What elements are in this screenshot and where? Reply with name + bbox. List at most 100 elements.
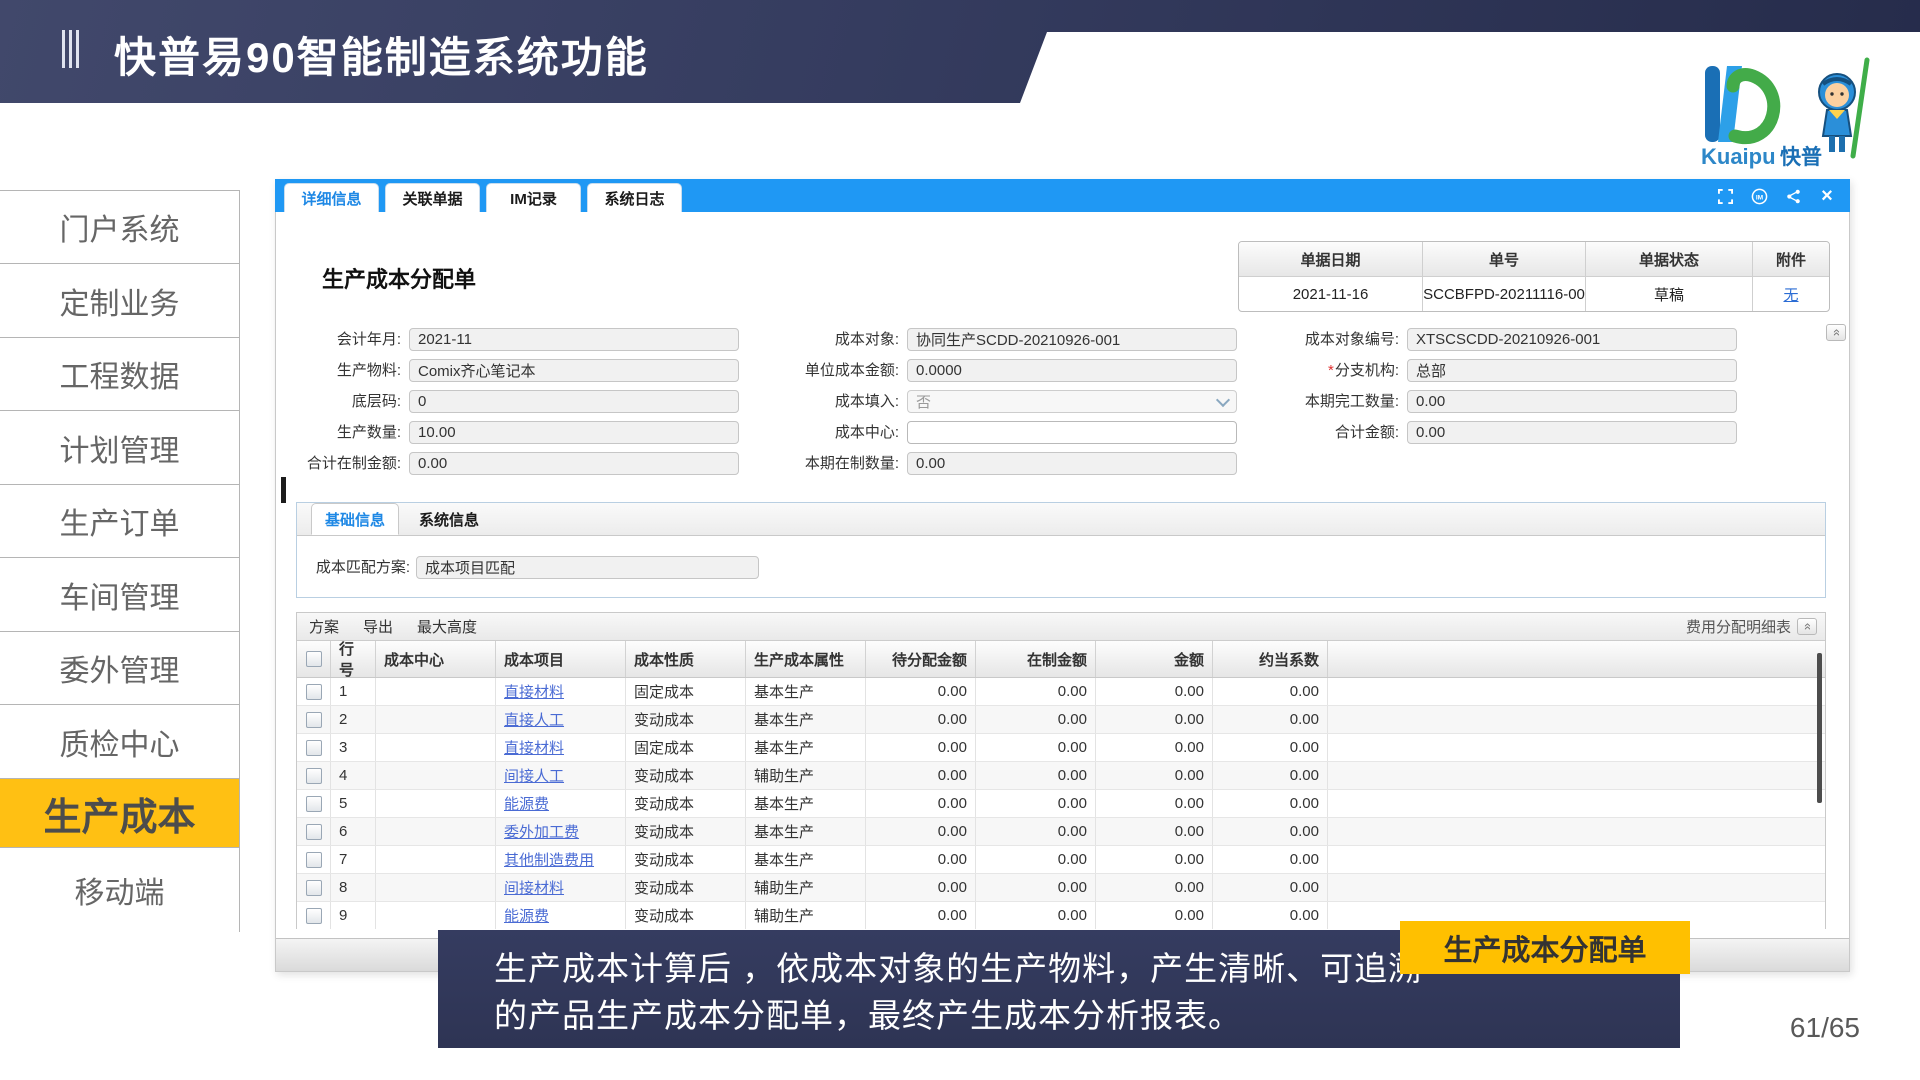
title-bars-icon <box>62 30 83 73</box>
field-input-col3-3[interactable]: 0.00 <box>1407 421 1737 444</box>
attachment-link[interactable]: 无 <box>1783 284 1798 305</box>
cell-sel <box>297 734 331 761</box>
cell-pending: 0.00 <box>866 874 976 901</box>
slide-header: 快普易90智能制造系统功能 <box>0 0 1920 103</box>
field-input-col3-0[interactable]: XTSCSCDD-20210926-001 <box>1407 328 1737 351</box>
row-checkbox[interactable] <box>306 852 322 868</box>
tab-2[interactable]: IM记录 <box>486 183 581 212</box>
field-input-col1-0[interactable]: 2021-11 <box>409 328 739 351</box>
tab-1[interactable]: 关联单据 <box>385 183 480 212</box>
share-icon[interactable] <box>1784 187 1802 205</box>
sidebar-item-8[interactable]: 生产成本 <box>0 778 239 847</box>
field-input-col3-1[interactable]: 总部 <box>1407 359 1737 382</box>
field-input-col2-4[interactable]: 0.00 <box>907 452 1237 475</box>
grid-scrollbar-thumb[interactable] <box>1817 653 1822 803</box>
cell-nature: 变动成本 <box>626 790 746 817</box>
field-input-col1-3[interactable]: 10.00 <box>409 421 739 444</box>
cell-sel <box>297 846 331 873</box>
grid-toolbar-button-1[interactable]: 导出 <box>363 616 393 637</box>
sidebar-item-0[interactable]: 门户系统 <box>0 190 239 263</box>
cell-wip: 0.00 <box>976 818 1096 845</box>
tab-0[interactable]: 详细信息 <box>284 183 379 212</box>
cost-item-link[interactable]: 委外加工费 <box>504 821 579 842</box>
collapse-grid-button[interactable]: » <box>1797 618 1817 635</box>
sidebar-item-7[interactable]: 质检中心 <box>0 704 239 778</box>
kp-mark <box>1705 66 1774 142</box>
field-label-col1-3: 生产数量: <box>241 421 401 444</box>
cell-pending: 0.00 <box>866 678 976 705</box>
cell-wip: 0.00 <box>976 734 1096 761</box>
subtab-1[interactable]: 系统信息 <box>405 503 493 535</box>
im-icon[interactable]: IM <box>1750 187 1768 205</box>
field-input-col2-1[interactable]: 0.0000 <box>907 359 1237 382</box>
field-label-col2-0: 成本对象: <box>739 328 899 351</box>
cost-item-link[interactable]: 其他制造费用 <box>504 849 594 870</box>
grid-toolbar-button-2[interactable]: 最大高度 <box>417 616 477 637</box>
grid-header-item: 成本项目 <box>496 641 626 677</box>
cost-item-link[interactable]: 直接材料 <box>504 737 564 758</box>
tab-3[interactable]: 系统日志 <box>587 183 682 212</box>
cell-no: 6 <box>331 818 376 845</box>
cost-item-link[interactable]: 间接人工 <box>504 765 564 786</box>
cell-wip: 0.00 <box>976 846 1096 873</box>
sidebar-item-1[interactable]: 定制业务 <box>0 263 239 337</box>
close-icon[interactable]: × <box>1818 187 1836 205</box>
header-table-value-0: 2021-11-16 <box>1239 277 1422 311</box>
row-checkbox[interactable] <box>306 740 322 756</box>
cost-item-link[interactable]: 间接材料 <box>504 877 564 898</box>
field-input-col1-1[interactable]: Comix齐心笔记本 <box>409 359 739 382</box>
cell-item: 能源费 <box>496 790 626 817</box>
sidebar-item-6[interactable]: 委外管理 <box>0 631 239 704</box>
cost-item-link[interactable]: 直接人工 <box>504 709 564 730</box>
match-scheme-value: 成本项目匹配 <box>425 557 750 578</box>
subtab-0[interactable]: 基础信息 <box>311 503 399 535</box>
sidebar-item-2[interactable]: 工程数据 <box>0 337 239 410</box>
header-table-value-3[interactable]: 无 <box>1752 277 1829 311</box>
cost-item-link[interactable]: 直接材料 <box>504 681 564 702</box>
row-checkbox[interactable] <box>306 880 322 896</box>
row-checkbox[interactable] <box>306 684 322 700</box>
cell-coef: 0.00 <box>1213 734 1328 761</box>
grid-header-filler <box>1328 641 1825 677</box>
cell-cost_center <box>376 706 496 733</box>
field-value-col1-0: 2021-11 <box>418 331 730 348</box>
header-table-value-2: 草稿 <box>1585 277 1752 311</box>
cell-attr: 基本生产 <box>746 734 866 761</box>
row-checkbox[interactable] <box>306 796 322 812</box>
panel-splitter-handle[interactable] <box>281 477 286 503</box>
sidebar-item-9[interactable]: 移动端 <box>0 847 239 932</box>
row-checkbox[interactable] <box>306 824 322 840</box>
field-input-col2-2[interactable]: 否 <box>907 390 1237 413</box>
field-input-col1-4[interactable]: 0.00 <box>409 452 739 475</box>
cost-item-link[interactable]: 能源费 <box>504 793 549 814</box>
field-input-col2-0[interactable]: 协同生产SCDD-20210926-001 <box>907 328 1237 351</box>
field-value-col3-0: XTSCSCDD-20210926-001 <box>1416 331 1728 348</box>
cost-item-link[interactable]: 能源费 <box>504 905 549 926</box>
sidebar-item-5[interactable]: 车间管理 <box>0 557 239 631</box>
field-value-col3-3: 0.00 <box>1416 424 1728 441</box>
grid-toolbar-button-0[interactable]: 方案 <box>309 616 339 637</box>
fullscreen-icon[interactable] <box>1716 187 1734 205</box>
grid-row-5: 6委外加工费变动成本基本生产0.000.000.000.00 <box>297 818 1825 846</box>
cell-attr: 辅助生产 <box>746 762 866 789</box>
field-input-col1-2[interactable]: 0 <box>409 390 739 413</box>
field-input-col2-3[interactable] <box>907 421 1237 444</box>
sidebar: 门户系统定制业务工程数据计划管理生产订单车间管理委外管理质检中心生产成本移动端 <box>0 190 240 932</box>
cell-sel <box>297 874 331 901</box>
match-scheme-input[interactable]: 成本项目匹配 <box>416 556 759 579</box>
field-input-col3-2[interactable]: 0.00 <box>1407 390 1737 413</box>
row-checkbox[interactable] <box>306 712 322 728</box>
slide-canvas: 快普易90智能制造系统功能 Kuaipu 快普 <box>0 0 1920 1080</box>
cell-nature: 变动成本 <box>626 846 746 873</box>
collapse-header-button[interactable]: » <box>1826 324 1846 341</box>
sidebar-item-4[interactable]: 生产订单 <box>0 484 239 557</box>
row-checkbox[interactable] <box>306 908 322 924</box>
row-checkbox[interactable] <box>306 768 322 784</box>
svg-text:IM: IM <box>1755 194 1763 201</box>
cell-pending: 0.00 <box>866 762 976 789</box>
cell-no: 1 <box>331 678 376 705</box>
header-info-table: 单据日期单号单据状态附件 2021-11-16SCCBFPD-20211116-… <box>1238 241 1830 312</box>
sidebar-item-3[interactable]: 计划管理 <box>0 410 239 484</box>
select-all-checkbox[interactable] <box>306 651 322 667</box>
cell-attr: 基本生产 <box>746 706 866 733</box>
